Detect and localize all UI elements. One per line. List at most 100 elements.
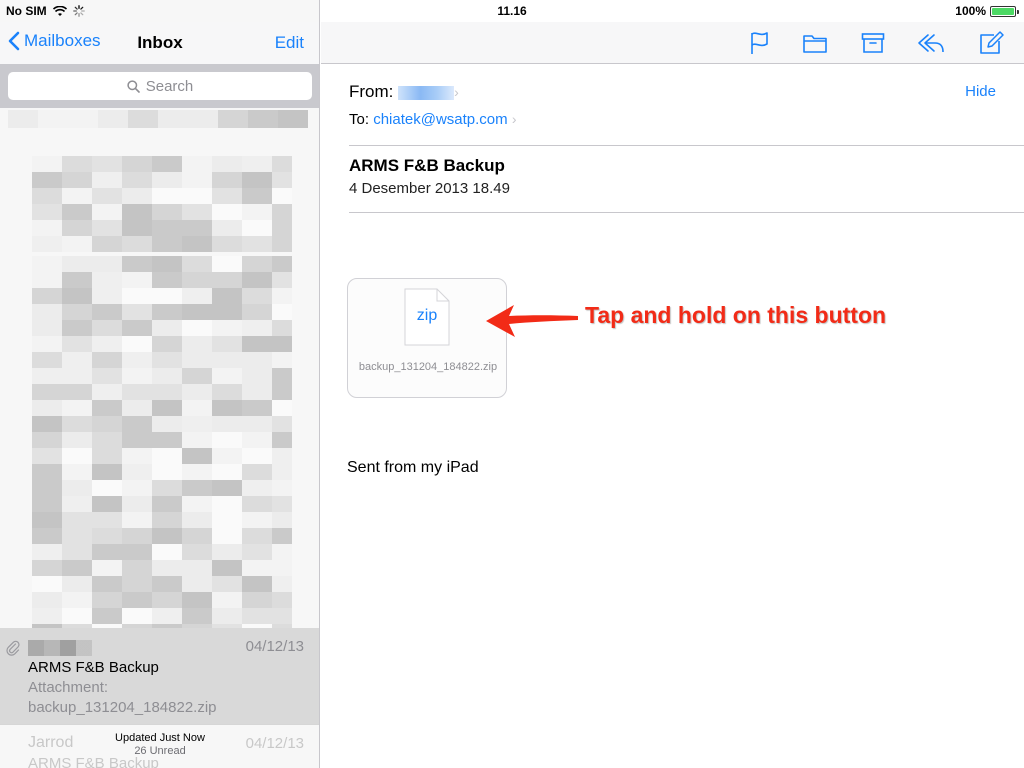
redacted-block — [242, 188, 272, 204]
redacted-block — [92, 448, 122, 464]
redacted-block — [212, 236, 242, 252]
redacted-block — [272, 480, 292, 496]
redacted-block — [272, 172, 292, 188]
redacted-block — [92, 368, 122, 384]
redacted-block — [122, 432, 152, 448]
redacted-block — [152, 188, 182, 204]
redacted-block — [212, 560, 242, 576]
message-date: 04/12/13 — [245, 638, 304, 655]
hide-details-button[interactable]: Hide — [965, 83, 996, 100]
redacted-block — [158, 110, 188, 128]
compose-button[interactable] — [977, 30, 1005, 56]
redacted-block — [152, 368, 182, 384]
redacted-block — [62, 448, 92, 464]
redacted-block — [92, 416, 122, 432]
paperclip-icon — [6, 640, 20, 656]
redacted-block — [242, 576, 272, 592]
redacted-block — [122, 368, 152, 384]
redacted-block — [248, 110, 278, 128]
redacted-block — [152, 384, 182, 400]
from-address-redacted[interactable] — [398, 85, 455, 100]
list-item-selected[interactable]: 04/12/13 ARMS F&B Backup Attachment: bac… — [0, 628, 319, 724]
redacted-block — [122, 156, 152, 172]
redacted-block — [212, 172, 242, 188]
redacted-block — [92, 560, 122, 576]
redacted-block — [32, 464, 62, 480]
redacted-block — [212, 320, 242, 336]
redacted-block — [92, 480, 122, 496]
status-bar: No SIM 11.16 100% — [0, 0, 1024, 22]
redacted-block — [182, 416, 212, 432]
redacted-block — [272, 544, 292, 560]
redacted-block — [62, 320, 92, 336]
redacted-block — [242, 464, 272, 480]
redacted-block — [32, 156, 62, 172]
compose-icon — [980, 31, 1004, 54]
redacted-block — [272, 400, 292, 416]
archive-icon — [861, 33, 885, 53]
redacted-block — [272, 220, 292, 236]
email-signature: Sent from my iPad — [347, 459, 479, 476]
redacted-block — [32, 288, 62, 304]
search-input[interactable]: Search — [8, 72, 312, 100]
redacted-block — [62, 220, 92, 236]
redacted-block — [272, 432, 292, 448]
redacted-block — [242, 368, 272, 384]
redacted-block — [152, 204, 182, 220]
redacted-block — [212, 608, 242, 624]
redacted-block — [122, 272, 152, 288]
redacted-block — [152, 236, 182, 252]
redacted-block — [92, 496, 122, 512]
redacted-block — [92, 156, 122, 172]
redacted-block — [152, 560, 182, 576]
archive-button[interactable] — [859, 30, 887, 56]
redacted-block — [38, 110, 68, 128]
redacted-block — [272, 188, 292, 204]
attachment-button[interactable]: zip backup_131204_184822.zip — [347, 278, 507, 398]
redacted-block — [242, 204, 272, 220]
to-label: To: — [349, 111, 370, 128]
battery-icon — [990, 5, 1019, 17]
redacted-block — [182, 384, 212, 400]
redacted-block — [242, 256, 272, 272]
redacted-block — [272, 384, 292, 400]
redacted-block — [242, 512, 272, 528]
redacted-block — [242, 528, 272, 544]
redacted-block — [182, 608, 212, 624]
redacted-block — [182, 400, 212, 416]
to-address-link[interactable]: chiatek@wsatp.com — [373, 111, 507, 128]
redacted-block — [212, 288, 242, 304]
redacted-block — [92, 236, 122, 252]
redacted-block — [242, 272, 272, 288]
redacted-block — [128, 110, 158, 128]
redacted-block — [32, 576, 62, 592]
redacted-block — [278, 110, 308, 128]
reply-button[interactable] — [915, 30, 947, 56]
redacted-block — [62, 496, 92, 512]
redacted-block — [122, 304, 152, 320]
search-bar: Search — [0, 64, 319, 108]
redacted-block — [62, 544, 92, 560]
redacted-block — [272, 256, 292, 272]
redacted-block — [152, 304, 182, 320]
flag-button[interactable] — [746, 30, 774, 56]
annotation-arrow — [486, 305, 578, 337]
redacted-block — [62, 400, 92, 416]
redacted-block — [272, 204, 292, 220]
redacted-block — [152, 156, 182, 172]
redacted-block — [62, 336, 92, 352]
move-to-folder-button[interactable] — [801, 30, 829, 56]
redacted-block — [122, 256, 152, 272]
blurred-message-list — [0, 108, 319, 736]
redacted-block — [62, 464, 92, 480]
redacted-block — [122, 352, 152, 368]
redacted-block — [212, 528, 242, 544]
redacted-block — [122, 236, 152, 252]
redacted-block — [32, 432, 62, 448]
edit-button[interactable]: Edit — [275, 33, 304, 53]
battery-fill — [992, 7, 1014, 15]
redacted-block — [92, 320, 122, 336]
redacted-block — [62, 480, 92, 496]
redacted-block — [62, 272, 92, 288]
redacted-block — [92, 336, 122, 352]
